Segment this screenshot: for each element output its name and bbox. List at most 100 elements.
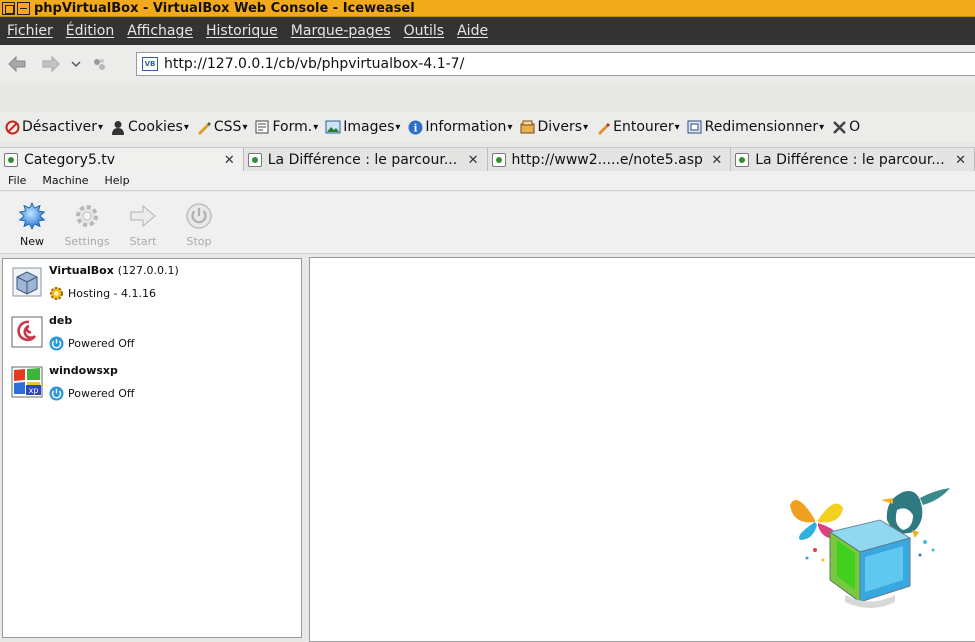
devtool-redimensionner[interactable]: Redimensionner ▾ <box>683 119 828 135</box>
devtool-entourer[interactable]: Entourer ▾ <box>591 119 683 135</box>
vm-state-text: Powered Off <box>68 337 135 350</box>
svg-text:xp: xp <box>29 386 39 395</box>
stop-button[interactable]: Stop <box>173 202 225 248</box>
reload-button[interactable] <box>86 49 112 79</box>
windows-xp-icon: xp <box>11 366 43 398</box>
tab-label: La Différence : le parcour... <box>755 152 945 168</box>
tab-category5[interactable]: Category5.tv ✕ <box>0 148 244 172</box>
back-button[interactable] <box>2 49 32 79</box>
navigation-bar: VB http://127.0.0.1/cb/vb/phpvirtualbox-… <box>0 45 975 83</box>
history-dropdown-button[interactable] <box>66 49 86 79</box>
tab-favicon-icon <box>491 153 506 167</box>
app-menu-file[interactable]: File <box>0 174 34 187</box>
start-button[interactable]: Start <box>117 202 169 248</box>
app-menubar: File Machine Help <box>0 171 975 191</box>
chevron-down-icon: ▾ <box>507 121 513 133</box>
app-menu-machine[interactable]: Machine <box>34 174 96 187</box>
url-text: http://127.0.0.1/cb/vb/phpvirtualbox-4.1… <box>164 56 465 72</box>
forward-arrow-icon <box>42 55 60 73</box>
vm-state: Hosting - 4.1.16 <box>49 286 156 301</box>
close-icon[interactable]: ✕ <box>955 153 966 168</box>
close-icon[interactable]: ✕ <box>224 153 235 168</box>
menu-aide[interactable]: Aide <box>452 23 496 39</box>
close-icon[interactable]: ✕ <box>711 153 722 168</box>
devtool-cookies-label: Cookies <box>128 119 183 135</box>
vm-list-panel: VirtualBox (127.0.0.1) Hosting - 4.1.16 … <box>2 258 302 638</box>
vm-list-item-windowsxp[interactable]: xp windowsxp Powered Off <box>9 360 299 404</box>
web-developer-toolbar: Désactiver ▾ Cookies ▾ CSS ▾ Form. ▾ Images ▾… <box>0 112 975 142</box>
app-menu-help[interactable]: Help <box>96 174 137 187</box>
vm-state: Powered Off <box>49 386 135 401</box>
devtool-outils-label: O <box>849 119 861 135</box>
tab-strip: Category5.tv ✕ La Différence : le parcou… <box>0 147 975 172</box>
devtool-form[interactable]: Form. ▾ <box>250 119 321 135</box>
chevron-down-icon: ▾ <box>395 121 401 133</box>
tab-label: Category5.tv <box>24 152 116 168</box>
devtool-information-label: Information <box>425 119 507 135</box>
resize-icon <box>687 119 703 135</box>
power-icon <box>185 202 213 230</box>
chevron-down-icon: ▾ <box>242 121 248 133</box>
vm-list-item-deb[interactable]: deb Powered Off <box>9 310 299 354</box>
devtool-desactiver-label: Désactiver <box>22 119 97 135</box>
reload-icon <box>94 59 105 70</box>
devtool-cookies[interactable]: Cookies ▾ <box>106 119 192 135</box>
vm-state: Powered Off <box>49 336 135 351</box>
debian-icon <box>11 316 43 348</box>
devtool-form-label: Form. <box>272 119 313 135</box>
virtualbox-logo <box>790 488 950 608</box>
vm-name: VirtualBox (127.0.0.1) <box>49 264 179 277</box>
menu-fichier[interactable]: Fichier <box>2 23 61 39</box>
devtool-outils[interactable]: O <box>827 119 863 135</box>
form-icon <box>254 119 270 135</box>
devtool-images-label: Images <box>343 119 395 135</box>
url-field[interactable]: VB http://127.0.0.1/cb/vb/phpvirtualbox-… <box>136 52 975 76</box>
start-arrow-icon <box>129 202 157 230</box>
tab-note5[interactable]: http://www2.....e/note5.asp ✕ <box>487 148 732 172</box>
forward-button[interactable] <box>36 49 66 79</box>
chevron-down-icon: ▾ <box>98 121 104 133</box>
tab-favicon-icon <box>4 153 18 167</box>
chevron-down-icon: ▾ <box>583 121 589 133</box>
menu-edition[interactable]: Édition <box>61 23 122 39</box>
settings-button[interactable]: Settings <box>61 202 113 248</box>
misc-icon <box>519 119 535 135</box>
new-star-icon <box>18 202 46 230</box>
devtool-desactiver[interactable]: Désactiver ▾ <box>0 119 106 135</box>
menu-outils[interactable]: Outils <box>399 23 452 39</box>
window-titlebar: phpVirtualBox - VirtualBox Web Console -… <box>0 0 975 17</box>
window-minimize-button[interactable] <box>17 1 30 15</box>
vm-host-address: (127.0.0.1) <box>117 264 179 277</box>
chevron-down-icon: ▾ <box>674 121 680 133</box>
vm-state-text: Hosting - 4.1.16 <box>68 287 157 300</box>
chevron-down-icon: ▾ <box>313 121 319 133</box>
tab-favicon-icon <box>735 153 750 167</box>
new-button[interactable]: New <box>6 202 58 248</box>
close-icon[interactable]: ✕ <box>468 153 479 168</box>
devtool-divers-label: Divers <box>537 119 583 135</box>
pencil-icon <box>196 119 212 135</box>
window-menu-button[interactable] <box>2 1 15 15</box>
devtool-information[interactable]: i Information ▾ <box>403 119 515 135</box>
devtool-redimensionner-label: Redimensionner <box>704 119 819 135</box>
menu-marque-pages[interactable]: Marque-pages <box>286 23 399 39</box>
devtool-images[interactable]: Images ▾ <box>321 119 403 135</box>
tab-la-difference-1[interactable]: La Différence : le parcour... ✕ <box>243 148 488 172</box>
devtool-divers[interactable]: Divers ▾ <box>515 119 591 135</box>
vm-list-item-host[interactable]: VirtualBox (127.0.0.1) Hosting - 4.1.16 <box>9 260 299 304</box>
virtualbox-host-icon <box>11 266 43 298</box>
tab-la-difference-2[interactable]: La Différence : le parcour... ✕ <box>731 148 975 172</box>
menu-affichage[interactable]: Affichage <box>122 23 201 39</box>
devtool-entourer-label: Entourer <box>613 119 674 135</box>
power-off-icon <box>49 386 64 401</box>
outline-icon <box>595 119 611 135</box>
gear-icon <box>73 202 101 230</box>
devtool-css-label: CSS <box>213 119 242 135</box>
start-button-label: Start <box>129 235 157 248</box>
devtool-css[interactable]: CSS ▾ <box>192 119 251 135</box>
settings-button-label: Settings <box>64 235 110 248</box>
chevron-down-icon: ▾ <box>183 121 189 133</box>
chevron-down-icon: ▾ <box>819 121 825 133</box>
new-button-label: New <box>20 235 44 248</box>
menu-historique[interactable]: Historique <box>201 23 286 39</box>
